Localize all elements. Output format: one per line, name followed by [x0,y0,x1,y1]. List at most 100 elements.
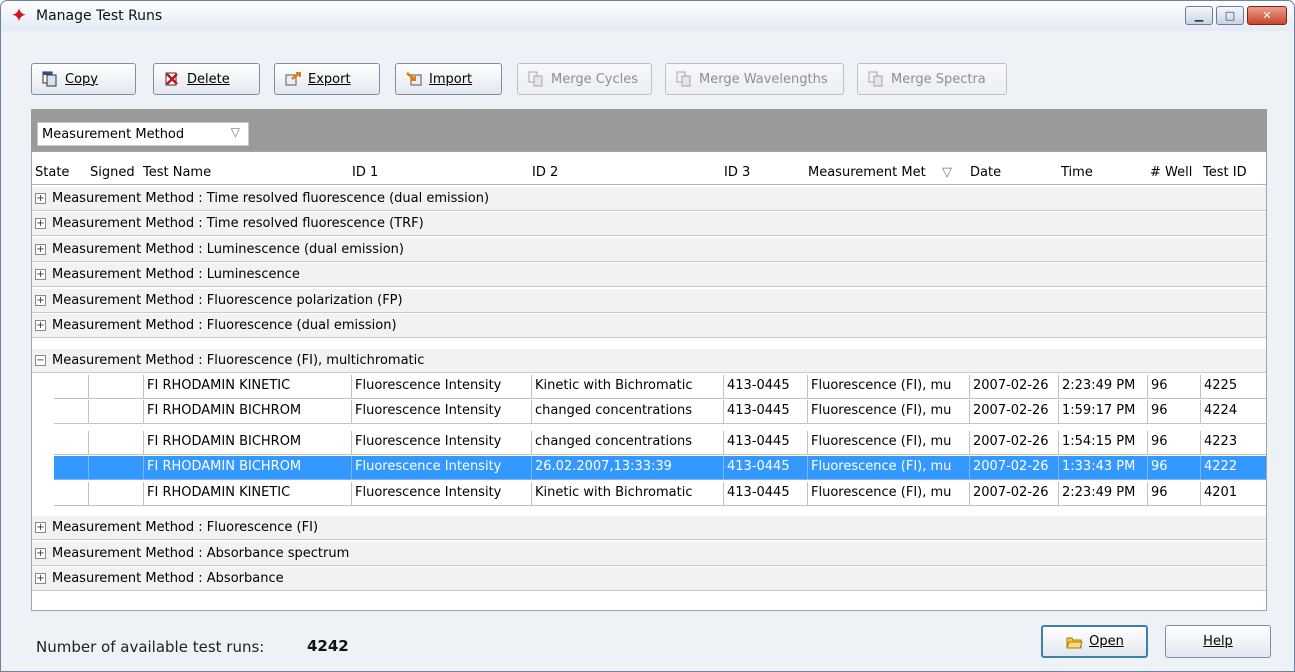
window-controls: ▁ □ ✕ [1185,6,1287,25]
date-cell: 2007-02-26 [970,431,1059,455]
time-cell: 1:59:17 PM [1059,400,1148,424]
expand-icon[interactable]: + [35,320,46,331]
id1-cell: Fluorescence Intensity [352,456,532,480]
expand-icon[interactable]: + [35,573,46,584]
export-button[interactable]: Export [274,63,380,95]
merge-icon [528,71,543,87]
wells-cell: 96 [1148,431,1201,455]
group-row[interactable]: + Measurement Method : Time resolved fluo… [32,212,1266,236]
column-header-id1[interactable]: ID 1 [352,165,378,180]
wells-cell: 96 [1148,375,1201,399]
delete-icon [165,72,178,86]
wells-cell: 96 [1148,400,1201,424]
id2-cell: Kinetic with Bichromatic [532,482,724,506]
expand-icon[interactable]: + [35,193,46,204]
merge-spectra-button[interactable]: Merge Spectra [857,63,1007,95]
group-row[interactable]: + Measurement Method : Absorbance [32,567,1266,591]
group-row[interactable]: + Measurement Method : Time resolved fluo… [32,187,1266,211]
group-by-panel: Measurement Method ▽ [31,109,1267,151]
id2-cell: 26.02.2007,13:33:39 [532,456,724,480]
test-runs-grid: State Signed Test Name ID 1 ID 2 ID 3 Me… [31,151,1267,611]
signed-cell [89,375,144,399]
id3-cell: 413-0445 [724,456,808,480]
time-cell: 2:23:49 PM [1059,482,1148,506]
column-header-test-name[interactable]: Test Name [143,165,211,180]
group-row[interactable]: + Measurement Method : Fluorescence (dual… [32,314,1266,338]
expand-icon[interactable]: + [35,218,46,229]
time-cell: 1:33:43 PM [1059,456,1148,480]
collapse-icon[interactable]: − [35,355,46,366]
test-name-cell: FI RHODAMIN KINETIC [144,375,352,399]
state-cell [54,400,89,424]
group-row-expanded[interactable]: − Measurement Method : Fluorescence (FI),… [32,349,1266,373]
column-header-state[interactable]: State [35,165,69,180]
merge-wavelengths-button[interactable]: Merge Wavelengths [665,63,844,95]
table-row[interactable]: FI RHODAMIN BICHROM Fluorescence Intensi… [54,400,1266,424]
wells-cell: 96 [1148,482,1201,506]
manage-test-runs-window: ✦ Manage Test Runs ▁ □ ✕ Copy Delete Exp… [0,0,1295,672]
id1-cell: Fluorescence Intensity [352,431,532,455]
id3-cell: 413-0445 [724,431,808,455]
maximize-button[interactable]: □ [1216,6,1244,25]
date-cell: 2007-02-26 [970,456,1059,480]
column-header-signed[interactable]: Signed [90,165,135,180]
column-header-test-id[interactable]: Test ID [1203,165,1247,180]
test-id-cell: 4223 [1201,431,1266,455]
import-icon [406,72,422,86]
copy-button[interactable]: Copy [31,63,136,95]
merge-cycles-button[interactable]: Merge Cycles [517,63,652,95]
expand-icon[interactable]: + [35,522,46,533]
table-row[interactable]: FI RHODAMIN KINETIC Fluorescence Intensi… [54,482,1266,506]
test-name-cell: FI RHODAMIN BICHROM [144,400,352,424]
state-cell [54,456,89,480]
expand-icon[interactable]: + [35,548,46,559]
group-row[interactable]: + Measurement Method : Absorbance spectru… [32,542,1266,566]
import-button[interactable]: Import [395,63,502,95]
expand-icon[interactable]: + [35,244,46,255]
signed-cell [89,431,144,455]
column-header-wells[interactable]: # Well [1150,165,1192,180]
sort-down-icon: ▽ [942,165,952,180]
delete-button[interactable]: Delete [153,63,260,95]
sort-down-icon: ▽ [230,125,240,139]
export-icon [285,72,301,86]
test-name-cell: FI RHODAMIN KINETIC [144,482,352,506]
close-button[interactable]: ✕ [1247,6,1287,25]
column-header-id2[interactable]: ID 2 [532,165,558,180]
group-row[interactable]: + Measurement Method : Luminescence (dual… [32,238,1266,262]
window-title: Manage Test Runs [36,8,163,24]
method-cell: Fluorescence (FI), mu [808,431,970,455]
table-row-selected[interactable]: FI RHODAMIN BICHROM Fluorescence Intensi… [54,456,1266,480]
help-button[interactable]: Help [1165,625,1271,658]
state-cell [54,375,89,399]
group-row[interactable]: + Measurement Method : Fluorescence (FI) [32,516,1266,540]
id3-cell: 413-0445 [724,482,808,506]
id1-cell: Fluorescence Intensity [352,375,532,399]
date-cell: 2007-02-26 [970,482,1059,506]
signed-cell [89,400,144,424]
group-by-chip[interactable]: Measurement Method ▽ [37,122,249,146]
open-button[interactable]: Open [1041,625,1148,658]
group-row[interactable]: + Measurement Method : Fluorescence polar… [32,289,1266,313]
test-name-cell: FI RHODAMIN BICHROM [144,456,352,480]
table-row[interactable]: FI RHODAMIN KINETIC Fluorescence Intensi… [54,375,1266,399]
id1-cell: Fluorescence Intensity [352,482,532,506]
expand-icon[interactable]: + [35,295,46,306]
test-id-cell: 4225 [1201,375,1266,399]
group-row[interactable]: + Measurement Method : Luminescence [32,263,1266,287]
expand-icon[interactable]: + [35,269,46,280]
column-header-measurement-method[interactable]: Measurement Met [808,165,926,180]
table-row[interactable]: FI RHODAMIN BICHROM Fluorescence Intensi… [54,431,1266,455]
column-headers: State Signed Test Name ID 1 ID 2 ID 3 Me… [32,163,1266,183]
column-header-id3[interactable]: ID 3 [724,165,750,180]
test-name-cell: FI RHODAMIN BICHROM [144,431,352,455]
column-header-date[interactable]: Date [970,165,1001,180]
method-cell: Fluorescence (FI), mu [808,375,970,399]
merge-icon [676,71,691,87]
red-star-icon: ✦ [10,3,28,27]
method-cell: Fluorescence (FI), mu [808,482,970,506]
column-header-time[interactable]: Time [1061,165,1093,180]
state-cell [54,482,89,506]
minimize-button[interactable]: ▁ [1185,6,1213,25]
copy-icon [42,71,57,87]
